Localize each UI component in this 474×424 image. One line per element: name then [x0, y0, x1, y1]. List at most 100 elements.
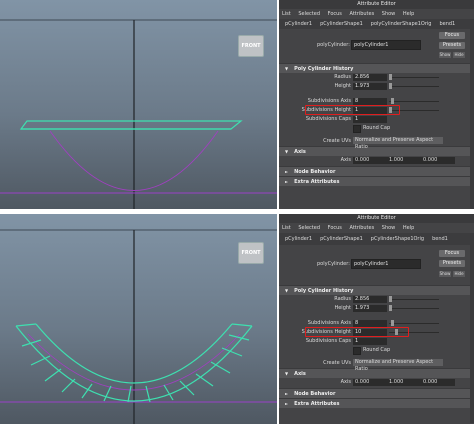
section-extra-attributes[interactable]: ► Extra Attributes: [279, 398, 474, 408]
menu-list[interactable]: List: [282, 11, 291, 17]
section-title: Axis: [294, 149, 306, 155]
section-title: Extra Attributes: [294, 401, 340, 407]
menu-show[interactable]: Show: [382, 225, 396, 231]
focus-button[interactable]: Focus: [439, 32, 465, 39]
section-node-behavior[interactable]: ► Node Behavior: [279, 388, 474, 398]
round-cap-checkbox[interactable]: [353, 347, 361, 355]
section-poly-cylinder-history[interactable]: ▼ Poly Cylinder History: [279, 285, 474, 295]
create-uvs-dropdown[interactable]: Normalize and Preserve Aspect Ratio: [353, 137, 443, 150]
menu-selected[interactable]: Selected: [298, 11, 320, 17]
axis-row: Axis 0.000 1.000 0.000: [279, 156, 474, 166]
show-button[interactable]: Show: [439, 271, 451, 277]
axis-z-field[interactable]: 0.000: [421, 379, 455, 386]
expand-arrow-icon: ▼: [285, 288, 289, 293]
menu-selected[interactable]: Selected: [298, 225, 320, 231]
subdiv-axis-slider[interactable]: [389, 323, 439, 324]
viewport-bottom[interactable]: FRONT: [0, 214, 277, 424]
menu-attributes[interactable]: Attributes: [350, 225, 375, 231]
height-slider-knob[interactable]: [389, 305, 392, 311]
tab-pcylindershape1[interactable]: pCylinderShape1: [320, 19, 363, 29]
radius-row: Radius 2.856: [279, 73, 474, 82]
expand-arrow-icon: ▼: [285, 66, 289, 71]
radius-field[interactable]: 2.856: [353, 74, 387, 81]
tab-pcylindershape1[interactable]: pCylinderShape1: [320, 233, 363, 245]
tab-shape-orig[interactable]: polyCylinderShape1Orig: [371, 19, 432, 29]
section-node-behavior[interactable]: ► Node Behavior: [279, 166, 474, 176]
expand-arrow-icon: ▼: [285, 149, 289, 154]
collapse-arrow-icon: ►: [285, 391, 289, 396]
viewport-top[interactable]: FRONT: [0, 0, 277, 209]
tab-bend1[interactable]: bend1: [439, 19, 455, 29]
tab-pcylinder1[interactable]: pCylinder1: [285, 233, 312, 245]
subdiv-height-row: Subdivisions Height 1: [279, 105, 474, 115]
subdiv-axis-field[interactable]: 8: [353, 98, 387, 105]
focus-button[interactable]: Focus: [439, 250, 465, 257]
menu-list[interactable]: List: [282, 225, 291, 231]
radius-slider[interactable]: [389, 77, 439, 78]
collapse-arrow-icon: ►: [285, 401, 289, 406]
presets-button[interactable]: Presets: [439, 260, 465, 267]
create-uvs-dropdown[interactable]: Normalize and Preserve Aspect Ratio: [353, 359, 443, 372]
subdiv-axis-knob[interactable]: [391, 320, 394, 326]
section-axis[interactable]: ▼ Axis: [279, 368, 474, 378]
section-title: Extra Attributes: [294, 179, 340, 185]
menu-help[interactable]: Help: [403, 11, 414, 17]
subdiv-caps-label: Subdivisions Caps: [305, 116, 351, 122]
section-axis[interactable]: ▼ Axis: [279, 146, 474, 156]
menu-show[interactable]: Show: [382, 11, 396, 17]
height-field[interactable]: 1.973: [353, 83, 387, 90]
front-view-button[interactable]: FRONT: [238, 242, 264, 264]
radius-slider-knob[interactable]: [389, 74, 392, 80]
scrollbar[interactable]: [470, 233, 474, 423]
presets-button[interactable]: Presets: [439, 42, 465, 49]
subdiv-caps-row: Subdivisions Caps 1: [279, 337, 474, 346]
hide-button[interactable]: Hide: [453, 52, 465, 58]
node-name-field[interactable]: polyCylinder1: [351, 40, 421, 50]
axis-row: Axis 0.000 1.000 0.000: [279, 378, 474, 388]
expand-arrow-icon: ▼: [285, 371, 289, 376]
menu-focus[interactable]: Focus: [328, 11, 342, 17]
create-uvs-row: Create UVs Normalize and Preserve Aspect…: [279, 137, 474, 150]
front-view-button[interactable]: FRONT: [238, 35, 264, 57]
section-title: Node Behavior: [294, 391, 336, 397]
show-button[interactable]: Show: [439, 52, 451, 58]
round-cap-label: Round Cap: [363, 347, 391, 353]
section-poly-cylinder-history[interactable]: ▼ Poly Cylinder History: [279, 63, 474, 73]
section-title: Poly Cylinder History: [294, 288, 354, 294]
radius-slider[interactable]: [389, 299, 439, 300]
editor-title: Attribute Editor: [279, 0, 474, 9]
attribute-editor-bottom: Attribute Editor List Selected Focus Att…: [279, 214, 474, 424]
radius-slider-knob[interactable]: [389, 296, 392, 302]
height-field[interactable]: 1.973: [353, 305, 387, 312]
subdiv-axis-knob[interactable]: [391, 98, 394, 104]
top-panel: FRONT Attribute Editor List Selected Foc…: [0, 0, 474, 209]
subdiv-height-row: Subdivisions Height 10: [279, 327, 474, 337]
height-row: Height 1.973: [279, 304, 474, 313]
section-extra-attributes[interactable]: ► Extra Attributes: [279, 176, 474, 186]
axis-y-field[interactable]: 1.000: [387, 157, 421, 164]
section-title: Node Behavior: [294, 169, 336, 175]
axis-z-field[interactable]: 0.000: [421, 157, 455, 164]
radius-field[interactable]: 2.856: [353, 296, 387, 303]
scrollbar[interactable]: [470, 19, 474, 209]
editor-menu: List Selected Focus Attributes Show Help: [279, 9, 474, 19]
height-slider-knob[interactable]: [389, 83, 392, 89]
axis-x-field[interactable]: 0.000: [353, 379, 387, 386]
tab-bend1[interactable]: bend1: [432, 233, 448, 245]
menu-focus[interactable]: Focus: [328, 225, 342, 231]
subdiv-caps-field[interactable]: 1: [353, 338, 387, 345]
subdiv-caps-field[interactable]: 1: [353, 116, 387, 123]
node-name-field[interactable]: polyCylinder1: [351, 259, 421, 269]
subdiv-axis-field[interactable]: 8: [353, 320, 387, 327]
height-slider[interactable]: [389, 308, 439, 309]
axis-x-field[interactable]: 0.000: [353, 157, 387, 164]
menu-help[interactable]: Help: [403, 225, 414, 231]
menu-attributes[interactable]: Attributes: [350, 11, 375, 17]
axis-y-field[interactable]: 1.000: [387, 379, 421, 386]
subdiv-axis-slider[interactable]: [389, 101, 439, 102]
round-cap-checkbox[interactable]: [353, 125, 361, 133]
height-slider[interactable]: [389, 86, 439, 87]
tab-pcylinder1[interactable]: pCylinder1: [285, 19, 312, 29]
hide-button[interactable]: Hide: [453, 271, 465, 277]
tab-shape-orig[interactable]: pCylinderShape1Orig: [371, 233, 424, 245]
